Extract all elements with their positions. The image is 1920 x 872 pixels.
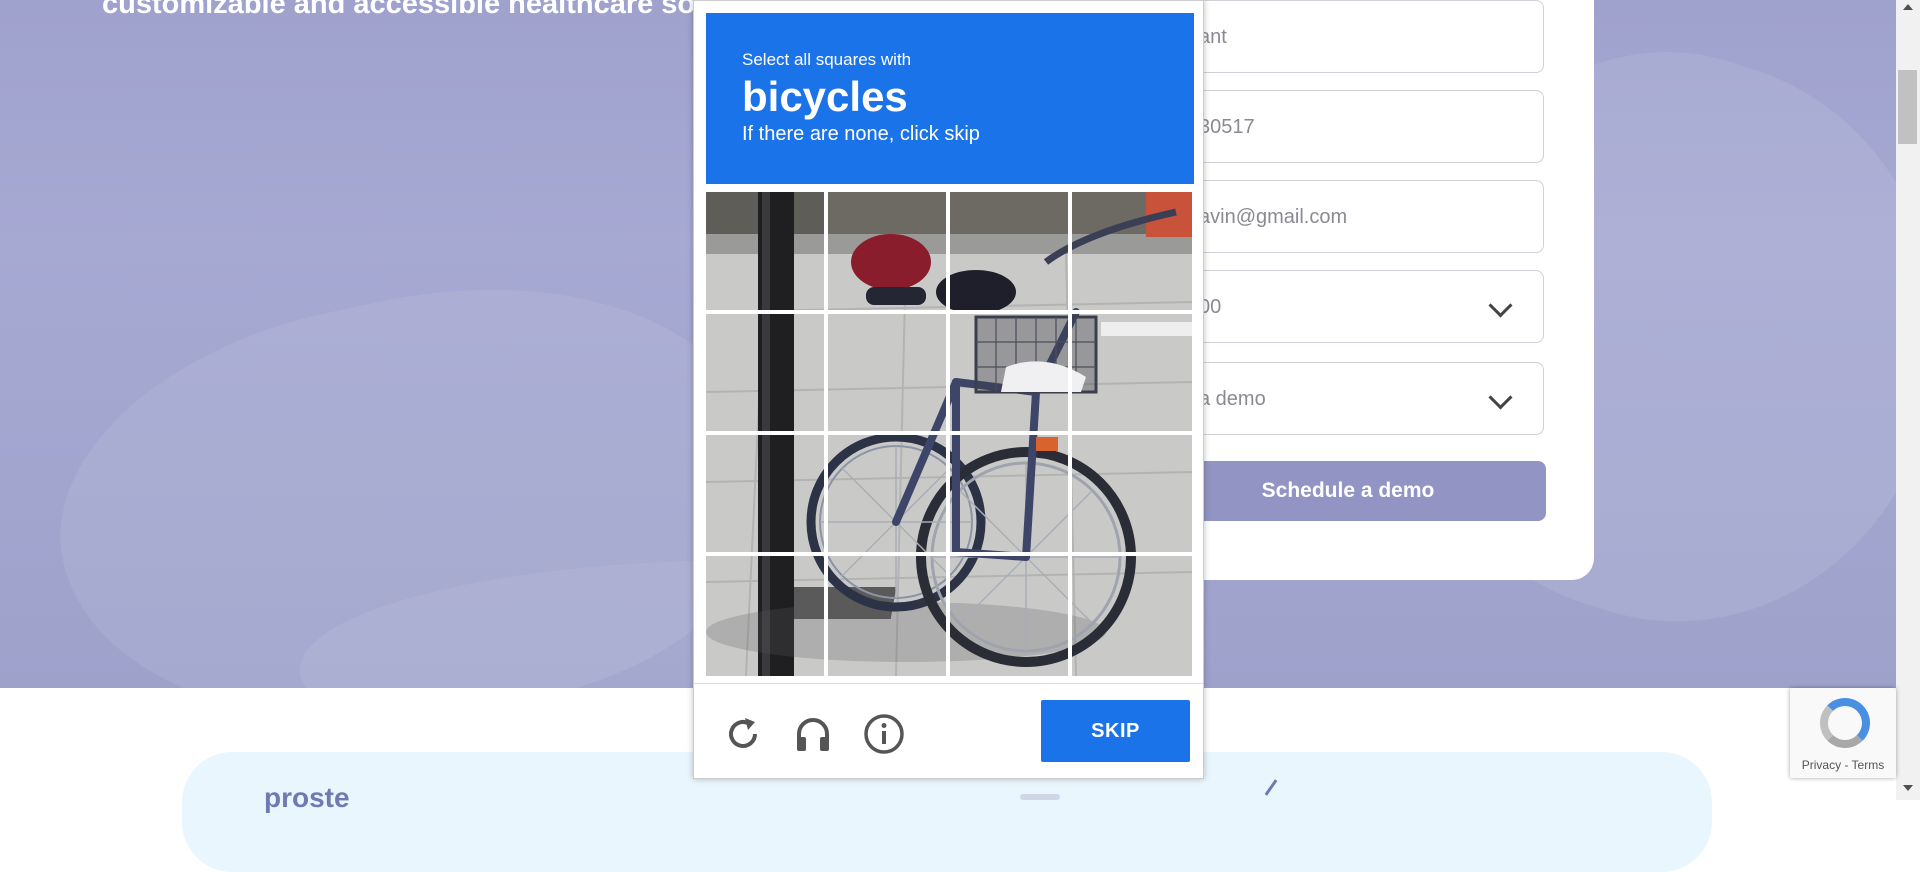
captcha-tile-15[interactable] <box>950 556 1068 674</box>
audio-icon[interactable] <box>791 712 835 756</box>
captcha-image-grid <box>706 192 1192 676</box>
captcha-tile-2[interactable] <box>828 192 946 310</box>
band-partner-logo: proste <box>264 782 350 813</box>
scroll-down-arrow-icon[interactable] <box>1903 785 1913 791</box>
captcha-subtext: If there are none, click skip <box>742 123 980 145</box>
captcha-tile-5[interactable] <box>706 314 824 432</box>
email-field-value: avin@gmail.com <box>1199 206 1348 228</box>
captcha-tile-1[interactable] <box>706 192 824 310</box>
recaptcha-badge[interactable]: Privacy - Terms <box>1790 688 1896 778</box>
chevron-down-icon <box>1488 385 1513 410</box>
scrollbar-thumb[interactable] <box>1898 70 1917 144</box>
email-field[interactable]: avin@gmail.com <box>1150 180 1544 253</box>
captcha-tile-7[interactable] <box>950 314 1068 432</box>
phone-field[interactable]: 30517 <box>1150 90 1544 163</box>
schedule-demo-button[interactable]: Schedule a demo <box>1150 461 1546 521</box>
skip-button[interactable]: SKIP <box>1041 700 1190 762</box>
captcha-tile-13[interactable] <box>706 556 824 674</box>
phone-field-value: 30517 <box>1199 116 1255 138</box>
captcha-tile-9[interactable] <box>706 435 824 553</box>
captcha-tile-12[interactable] <box>1072 435 1190 553</box>
scroll-up-arrow-icon[interactable] <box>1903 4 1913 10</box>
captcha-tile-11[interactable] <box>950 435 1068 553</box>
hero-tagline: customizable and accessible healthcare s… <box>102 0 721 20</box>
chevron-down-icon <box>1488 293 1513 318</box>
captcha-instruction: Select all squares with <box>742 50 912 69</box>
recaptcha-logo-icon <box>1820 698 1870 748</box>
captcha-tile-16[interactable] <box>1072 556 1190 674</box>
info-icon[interactable] <box>862 712 906 756</box>
refresh-icon[interactable] <box>721 712 765 756</box>
size-select[interactable]: 00 <box>1150 270 1544 343</box>
interest-select-value: a demo <box>1199 388 1266 410</box>
captcha-challenge-dialog: Select all squares with bicycles If ther… <box>693 0 1204 779</box>
captcha-tile-3[interactable] <box>950 192 1068 310</box>
band-logo-mark <box>1020 794 1060 800</box>
captcha-header: Select all squares with bicycles If ther… <box>706 13 1194 184</box>
captcha-tile-8[interactable] <box>1072 314 1190 432</box>
captcha-target-object: bicycles <box>742 73 908 120</box>
captcha-tile-10[interactable] <box>828 435 946 553</box>
company-field[interactable]: ant <box>1150 0 1544 73</box>
captcha-footer-divider <box>694 683 1203 684</box>
recaptcha-privacy-terms[interactable]: Privacy - Terms <box>1790 758 1896 772</box>
captcha-tile-4[interactable] <box>1072 192 1190 310</box>
interest-select[interactable]: a demo <box>1150 362 1544 435</box>
captcha-tile-14[interactable] <box>828 556 946 674</box>
captcha-tile-6[interactable] <box>828 314 946 432</box>
